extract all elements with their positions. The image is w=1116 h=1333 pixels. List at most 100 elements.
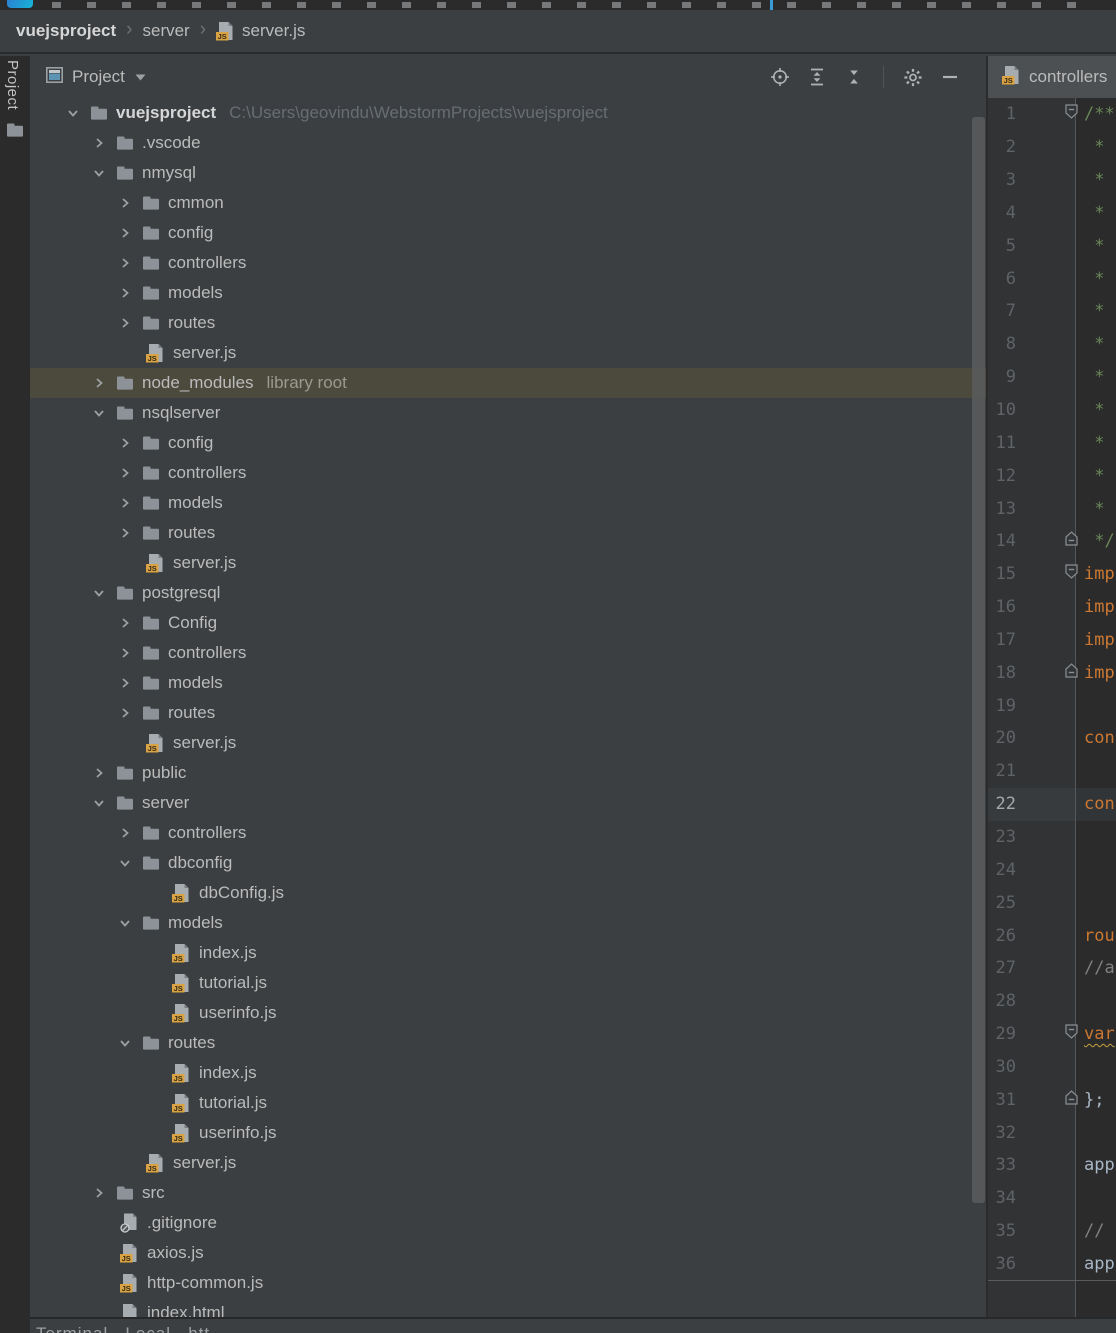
tree-item-routes[interactable]: routes bbox=[30, 518, 986, 548]
tree-item-server-js[interactable]: JS server.js bbox=[30, 728, 986, 758]
line-number[interactable]: 6 bbox=[988, 262, 1076, 296]
hide-button[interactable] bbox=[940, 67, 960, 87]
line-number[interactable]: 29 bbox=[988, 1017, 1076, 1051]
editor-line-13[interactable]: 13 * bbox=[988, 492, 1116, 525]
editor-line-36[interactable]: 36 app bbox=[988, 1247, 1116, 1281]
editor-line-16[interactable]: 16 imp bbox=[988, 590, 1116, 624]
line-number[interactable]: 27 bbox=[988, 951, 1076, 985]
chevron-down-icon[interactable] bbox=[116, 854, 134, 872]
editor-line-33[interactable]: 33 app bbox=[988, 1149, 1116, 1182]
editor-line-26[interactable]: 26 rou bbox=[988, 919, 1116, 952]
line-number[interactable]: 20 bbox=[988, 722, 1076, 755]
fold-marker-icon[interactable] bbox=[1065, 662, 1078, 683]
chevron-right-icon[interactable] bbox=[90, 134, 108, 152]
tree-item--vscode[interactable]: .vscode bbox=[30, 128, 986, 158]
line-number[interactable]: 7 bbox=[988, 295, 1076, 328]
tree-item-tutorial-js[interactable]: JS tutorial.js bbox=[30, 1088, 986, 1118]
editor-line-30[interactable]: 30 bbox=[988, 1050, 1116, 1084]
line-number[interactable]: 21 bbox=[988, 754, 1076, 788]
editor-line-9[interactable]: 9 * bbox=[988, 360, 1116, 394]
editor-line-6[interactable]: 6 * bbox=[988, 262, 1116, 296]
line-number[interactable]: 26 bbox=[988, 919, 1076, 952]
editor-line-21[interactable]: 21 bbox=[988, 754, 1116, 788]
tree-item--gitignore[interactable]: .gitignore bbox=[30, 1208, 986, 1238]
line-number[interactable]: 14 bbox=[988, 524, 1076, 558]
line-number[interactable]: 30 bbox=[988, 1050, 1076, 1084]
folder-icon[interactable] bbox=[6, 122, 24, 143]
line-number[interactable]: 35 bbox=[988, 1214, 1076, 1248]
tree-item-controllers[interactable]: controllers bbox=[30, 818, 986, 848]
chevron-right-icon[interactable] bbox=[116, 224, 134, 242]
line-number[interactable]: 15 bbox=[988, 557, 1076, 591]
editor-line-35[interactable]: 35 // bbox=[988, 1214, 1116, 1248]
chevron-down-icon[interactable] bbox=[90, 404, 108, 422]
fold-marker-icon[interactable] bbox=[1065, 564, 1078, 584]
line-number[interactable]: 4 bbox=[988, 196, 1076, 230]
tree-item-server-js[interactable]: JS server.js bbox=[30, 548, 986, 578]
collapse-all-button[interactable] bbox=[844, 67, 864, 87]
line-number[interactable]: 16 bbox=[988, 590, 1076, 624]
tree-item-config[interactable]: config bbox=[30, 218, 986, 248]
line-number[interactable]: 2 bbox=[988, 130, 1076, 164]
line-number[interactable]: 36 bbox=[988, 1247, 1076, 1281]
editor-line-2[interactable]: 2 * bbox=[988, 130, 1116, 164]
line-number[interactable]: 13 bbox=[988, 492, 1076, 525]
line-number[interactable]: 11 bbox=[988, 426, 1076, 460]
tree-item-routes[interactable]: routes bbox=[30, 1028, 986, 1058]
locate-button[interactable] bbox=[770, 67, 790, 87]
tree-item-userinfo-js[interactable]: JS userinfo.js bbox=[30, 998, 986, 1028]
tree-item-src[interactable]: src bbox=[30, 1178, 986, 1208]
line-number[interactable]: 17 bbox=[988, 623, 1076, 657]
tree-item-index-html[interactable]: index.html bbox=[30, 1298, 986, 1317]
tree-item-models[interactable]: models bbox=[30, 908, 986, 938]
editor-line-28[interactable]: 28 bbox=[988, 984, 1116, 1018]
chevron-right-icon[interactable] bbox=[90, 374, 108, 392]
tree-item-models[interactable]: models bbox=[30, 488, 986, 518]
line-number[interactable]: 34 bbox=[988, 1181, 1076, 1215]
chevron-right-icon[interactable] bbox=[116, 434, 134, 452]
editor-line-23[interactable]: 23 bbox=[988, 820, 1116, 854]
tree-item-nmysql[interactable]: nmysql bbox=[30, 158, 986, 188]
chevron-right-icon[interactable] bbox=[116, 284, 134, 302]
line-number[interactable]: 1 bbox=[988, 98, 1076, 131]
editor-line-15[interactable]: 15 imp bbox=[988, 557, 1116, 591]
chevron-down-icon[interactable] bbox=[116, 1034, 134, 1052]
line-number[interactable]: 32 bbox=[988, 1116, 1076, 1149]
line-number[interactable]: 31 bbox=[988, 1083, 1076, 1117]
tree-item-index-js[interactable]: JS index.js bbox=[30, 938, 986, 968]
tree-item-server-js[interactable]: JS server.js bbox=[30, 338, 986, 368]
terminal-bar-text[interactable]: Terminal Local htt bbox=[36, 1324, 1116, 1333]
editor-line-8[interactable]: 8 * bbox=[988, 327, 1116, 361]
line-number[interactable]: 25 bbox=[988, 886, 1076, 920]
line-number[interactable]: 9 bbox=[988, 360, 1076, 394]
tool-stripe-project-button[interactable]: Project bbox=[4, 60, 21, 110]
fold-marker-icon[interactable] bbox=[1065, 1024, 1078, 1044]
chevron-right-icon[interactable] bbox=[116, 254, 134, 272]
line-number[interactable]: 12 bbox=[988, 459, 1076, 493]
line-number[interactable]: 19 bbox=[988, 689, 1076, 723]
tree-item-config[interactable]: config bbox=[30, 428, 986, 458]
chevron-down-icon[interactable] bbox=[90, 584, 108, 602]
project-view-selector[interactable]: Project bbox=[72, 67, 125, 87]
tree-item-tutorial-js[interactable]: JS tutorial.js bbox=[30, 968, 986, 998]
editor-line-20[interactable]: 20 con bbox=[988, 722, 1116, 755]
editor-line-17[interactable]: 17 imp bbox=[988, 623, 1116, 657]
editor-line-1[interactable]: 1 /** bbox=[988, 98, 1116, 131]
tree-scrollbar-thumb[interactable] bbox=[972, 117, 985, 1203]
tree-item-controllers[interactable]: controllers bbox=[30, 248, 986, 278]
editor-line-32[interactable]: 32 bbox=[988, 1116, 1116, 1149]
line-number[interactable]: 24 bbox=[988, 853, 1076, 887]
line-number[interactable]: 22 bbox=[988, 787, 1076, 821]
tree-item-models[interactable]: models bbox=[30, 668, 986, 698]
tree-item-routes[interactable]: routes bbox=[30, 308, 986, 338]
chevron-down-icon[interactable] bbox=[135, 72, 146, 82]
tree-item-server[interactable]: server bbox=[30, 788, 986, 818]
breadcrumb-item-server[interactable]: server bbox=[142, 21, 189, 41]
breadcrumb-item-server-js[interactable]: JS server.js bbox=[216, 21, 305, 41]
tree-item-node_modules[interactable]: node_modules library root bbox=[30, 368, 986, 398]
chevron-right-icon[interactable] bbox=[116, 524, 134, 542]
tree-item-postgresql[interactable]: postgresql bbox=[30, 578, 986, 608]
chevron-right-icon[interactable] bbox=[116, 674, 134, 692]
tree-item-routes[interactable]: routes bbox=[30, 698, 986, 728]
editor-line-25[interactable]: 25 bbox=[988, 886, 1116, 920]
